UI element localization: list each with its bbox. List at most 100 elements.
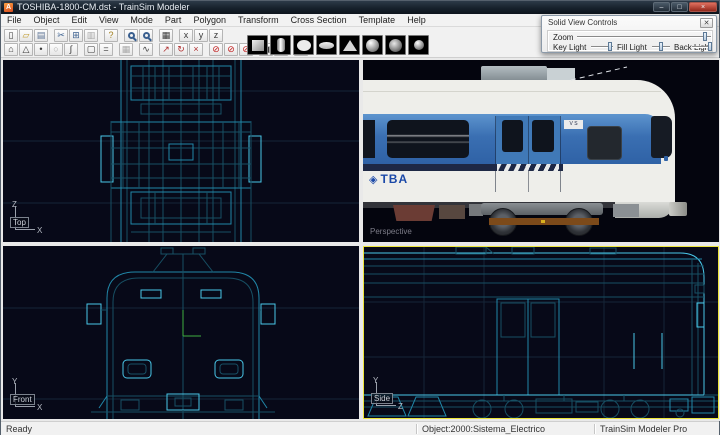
circle-button[interactable]: ○	[49, 43, 63, 56]
axis-letter-horizontal: Z	[398, 402, 403, 411]
maximize-button[interactable]: □	[671, 2, 688, 12]
back-light-thumb[interactable]	[708, 42, 712, 51]
copy-button[interactable]: ⊞	[69, 29, 83, 42]
scale-button[interactable]: ×	[189, 43, 203, 56]
help-button[interactable]: ?	[104, 29, 118, 42]
marquee-button[interactable]: ▢	[84, 43, 98, 56]
viewport-top[interactable]: Z Top X	[3, 60, 359, 242]
axis-x-button[interactable]: x	[179, 29, 193, 42]
panel-close-icon[interactable]: ✕	[700, 18, 713, 28]
fill-light-slider[interactable]	[652, 42, 670, 51]
axis-indicator-front: Y Front X	[8, 380, 58, 416]
move-button[interactable]: ↗	[159, 43, 173, 56]
primitive-disc-button[interactable]	[316, 35, 337, 55]
primitive-sphere-button-icon	[297, 40, 311, 51]
axis-letter-horizontal: X	[37, 403, 42, 412]
primitive-ball-high-button[interactable]	[362, 35, 383, 55]
part-select-button[interactable]: ⌂	[4, 43, 18, 56]
train-cab-windshield	[651, 116, 672, 158]
key-light-thumb[interactable]	[608, 42, 612, 51]
align-button[interactable]: =	[99, 43, 113, 56]
train-window-right	[587, 126, 622, 160]
paste-button[interactable]: ▥	[84, 29, 98, 42]
attach-button[interactable]: ▦	[119, 43, 133, 56]
menu-item-file[interactable]: File	[1, 14, 28, 27]
status-bar: Ready Object:2000:Sistema_Electrico Trai…	[1, 421, 719, 435]
primitive-ball-med-button-icon	[389, 39, 402, 52]
zoom-slider-thumb[interactable]	[703, 32, 707, 41]
viewport-label-perspective: Perspective	[370, 227, 412, 236]
menu-item-part[interactable]: Part	[159, 14, 188, 27]
viewport-side-active[interactable]: Y Side Z	[363, 246, 719, 419]
status-product: TrainSim Modeler Pro	[600, 424, 687, 434]
menu-item-view[interactable]: View	[93, 14, 124, 27]
primitive-sphere-button[interactable]	[293, 35, 314, 55]
menu-item-edit[interactable]: Edit	[66, 14, 94, 27]
lock-y-button[interactable]: ⊘	[224, 43, 238, 56]
primitive-box-button[interactable]	[247, 35, 268, 55]
back-light-slider[interactable]	[692, 42, 712, 51]
viewport-label-front: Front	[10, 394, 35, 405]
point-button[interactable]: •	[34, 43, 48, 56]
spline-button[interactable]: ∫	[64, 43, 78, 56]
fill-light-thumb[interactable]	[659, 42, 663, 51]
rotate-button[interactable]: ↻	[174, 43, 188, 56]
triangle-button[interactable]: △	[19, 43, 33, 56]
status-ready: Ready	[6, 424, 32, 434]
lock-x-button[interactable]: ⊘	[209, 43, 223, 56]
viewport-front[interactable]: Y Front X	[3, 246, 359, 419]
primitive-ball-low-button[interactable]	[408, 35, 429, 55]
zoom-slider-track	[577, 36, 711, 37]
primitive-disc-button-icon	[319, 42, 334, 49]
grid-button[interactable]: ▦	[159, 29, 173, 42]
viewport-label-top: Top	[10, 217, 29, 228]
zoom-out-button-icon	[143, 32, 150, 39]
train-nose-marking	[664, 156, 668, 161]
train-hazard-stripes	[497, 164, 559, 171]
minimize-button[interactable]: –	[653, 2, 670, 12]
menu-item-transform[interactable]: Transform	[232, 14, 285, 27]
axis-indicator-side: Y Side Z	[369, 379, 419, 415]
workspace: Z Top X	[1, 58, 720, 421]
axis-line-horizontal	[15, 229, 35, 230]
save-button[interactable]: ▤	[34, 29, 48, 42]
primitive-ball-med-button[interactable]	[385, 35, 406, 55]
toolbar-primitives	[247, 35, 431, 55]
axis-line-horizontal	[376, 405, 396, 406]
primitive-cone-button[interactable]	[339, 35, 360, 55]
viewport-label-side: Side	[371, 393, 393, 404]
train-door-window-right	[532, 120, 554, 152]
menu-item-cross-section[interactable]: Cross Section	[285, 14, 353, 27]
key-light-label: Key Light	[553, 43, 586, 52]
axis-line-horizontal	[15, 406, 35, 407]
train-coupler	[669, 202, 687, 216]
primitive-cylinder-button[interactable]	[270, 35, 291, 55]
axis-indicator-top: Z Top X	[8, 203, 58, 239]
train-window-left	[387, 120, 469, 158]
zoom-out-button[interactable]	[139, 29, 153, 42]
panel-title: Solid View Controls	[548, 18, 617, 27]
tba-logo-mark-icon: ◈	[369, 174, 378, 186]
key-light-slider[interactable]	[591, 42, 613, 51]
new-button[interactable]: ▯	[4, 29, 18, 42]
viewport-perspective[interactable]: V S ◈TBA Perspe	[363, 60, 719, 242]
menu-item-help[interactable]: Help	[401, 14, 432, 27]
primitive-cylinder-button-icon	[277, 38, 285, 52]
menu-item-polygon[interactable]: Polygon	[187, 14, 232, 27]
zoom-in-button[interactable]	[124, 29, 138, 42]
app-icon: A	[4, 3, 13, 12]
axis-y-button[interactable]: y	[194, 29, 208, 42]
weld-button[interactable]: ∿	[139, 43, 153, 56]
cut-button[interactable]: ✂	[54, 29, 68, 42]
train-under-panel-1	[393, 205, 435, 221]
title-bar: A TOSHIBA-1800-CM.dst - TrainSim Modeler…	[1, 1, 719, 14]
close-button[interactable]: ×	[689, 2, 717, 12]
tba-logo-text: TBA	[380, 172, 408, 186]
open-button[interactable]: ▱	[19, 29, 33, 42]
menu-item-template[interactable]: Template	[353, 14, 402, 27]
menu-item-mode[interactable]: Mode	[124, 14, 159, 27]
zoom-in-button-icon	[128, 32, 135, 39]
axis-z-button[interactable]: z	[209, 29, 223, 42]
menu-item-object[interactable]: Object	[28, 14, 66, 27]
zoom-slider[interactable]	[577, 32, 711, 41]
